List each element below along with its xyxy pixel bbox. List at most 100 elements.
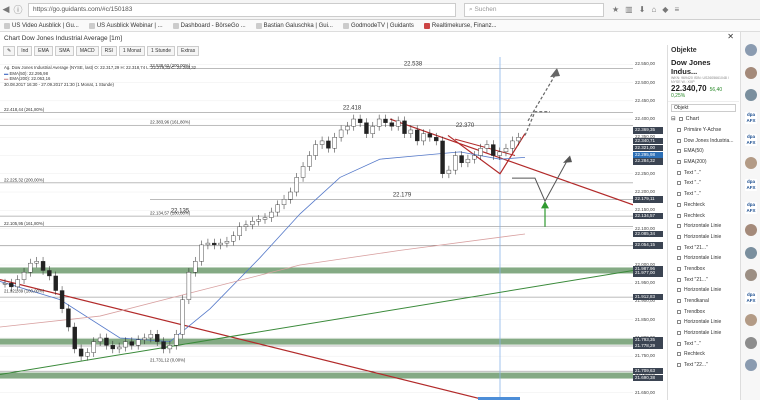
checkbox[interactable] bbox=[677, 320, 681, 325]
user-avatar[interactable] bbox=[745, 246, 757, 259]
checkbox[interactable] bbox=[677, 277, 681, 282]
price-tag[interactable]: 21.778,29 bbox=[633, 342, 663, 350]
checkbox[interactable] bbox=[677, 341, 681, 346]
tool-ema-button[interactable]: EMA bbox=[34, 45, 53, 56]
checkbox[interactable] bbox=[677, 363, 681, 368]
interval-select[interactable]: 1 Stunde bbox=[147, 45, 176, 56]
user-avatar[interactable] bbox=[745, 224, 757, 236]
checkbox[interactable] bbox=[678, 117, 683, 122]
user-avatar[interactable] bbox=[745, 89, 757, 101]
quote-box[interactable]: Dow Jones Indus... WKN: 969420 ISIN: US2… bbox=[668, 56, 739, 102]
info-icon[interactable]: ⓘ bbox=[12, 3, 24, 17]
user-avatar[interactable] bbox=[745, 66, 757, 79]
object-list-item[interactable]: Text ".." bbox=[671, 167, 739, 178]
user-avatar[interactable] bbox=[745, 44, 757, 56]
home-icon[interactable]: ⌂ bbox=[651, 5, 656, 14]
checkbox[interactable] bbox=[677, 245, 681, 250]
object-list-item[interactable]: Horizontale Linie bbox=[671, 317, 739, 328]
bookmark-item[interactable]: US Ausblick Webinar | ... bbox=[88, 22, 163, 29]
price-tag[interactable]: 21.977,00 bbox=[633, 270, 663, 277]
checkbox[interactable] bbox=[677, 288, 681, 293]
bookmark-item[interactable]: Dashboard - BörseGo ... bbox=[172, 22, 246, 29]
download-icon[interactable]: ⬇ bbox=[639, 5, 646, 14]
checkbox[interactable] bbox=[677, 299, 681, 304]
bookmark-item[interactable]: Realtimekurse, Finanz... bbox=[423, 22, 497, 29]
user-avatar[interactable] bbox=[745, 156, 757, 169]
checkbox[interactable] bbox=[677, 128, 681, 133]
checkbox[interactable] bbox=[677, 309, 681, 314]
chart-canvas[interactable]: 22.538 22.418 22.370 22.179 22.135 22.538,62 … bbox=[0, 57, 633, 400]
tool-ind-button[interactable]: Ind bbox=[17, 45, 33, 56]
extras-select[interactable]: Extras bbox=[177, 45, 200, 56]
checkbox[interactable] bbox=[677, 138, 681, 143]
checkbox[interactable] bbox=[677, 213, 681, 218]
user-avatar[interactable] bbox=[745, 336, 757, 349]
object-list-item[interactable]: Horizontale Linie bbox=[671, 328, 739, 339]
price-tag[interactable]: 22.340,71 bbox=[633, 137, 663, 145]
tool-macd-button[interactable]: MACD bbox=[75, 45, 99, 56]
object-tree-root[interactable]: ⊟ Chart bbox=[671, 114, 739, 125]
object-list-item[interactable]: Text "21..." bbox=[671, 274, 739, 285]
period-select[interactable]: 1 Monat bbox=[118, 45, 145, 56]
url-bar[interactable]: https://go.guidants.com/#c/150183 bbox=[28, 2, 456, 17]
object-select[interactable]: Objekt bbox=[671, 104, 736, 112]
price-tag[interactable]: 22.369,35 bbox=[633, 127, 663, 134]
dpa-afx-logo[interactable]: dpa AFX bbox=[745, 179, 757, 191]
dpa-afx-logo[interactable]: dpa AFX bbox=[745, 291, 757, 304]
expand-icon[interactable]: ⊟ bbox=[671, 116, 676, 122]
price-tag[interactable]: 22.284,32 bbox=[633, 158, 663, 165]
object-list-item[interactable]: Horizontale Linie bbox=[671, 232, 739, 243]
price-tag[interactable]: 22.054,15 bbox=[633, 242, 663, 249]
object-list-item[interactable]: Dow Jones Industria... bbox=[671, 135, 739, 146]
price-tag[interactable]: 22.179,11 bbox=[633, 196, 663, 203]
price-tag[interactable]: 22.134,57 bbox=[633, 212, 663, 220]
bookmark-item[interactable]: Bastian Galuschka | Gui... bbox=[255, 22, 333, 29]
object-list-item[interactable]: Horizontale Linie bbox=[671, 221, 739, 232]
object-list-item[interactable]: Text "21..." bbox=[671, 242, 739, 253]
price-axis[interactable]: 22.550,00 22.500,00 22.450,00 22.400,00 22.3… bbox=[633, 57, 667, 400]
tool-pencil-button[interactable]: ✎ bbox=[3, 45, 16, 56]
object-list-item[interactable]: Text ".." bbox=[671, 338, 739, 349]
browser-search-input[interactable]: ⌕ Suchen bbox=[464, 2, 604, 17]
menu-icon[interactable]: ≡ bbox=[674, 5, 679, 14]
close-icon[interactable]: ✕ bbox=[727, 32, 734, 41]
price-tag[interactable]: 21.709,63 bbox=[633, 367, 663, 375]
object-list-item[interactable]: Trendbox bbox=[671, 306, 739, 317]
object-list-item[interactable]: Rechteck bbox=[671, 210, 739, 221]
object-list-item[interactable]: Text ".." bbox=[671, 178, 739, 189]
user-avatar[interactable] bbox=[745, 359, 757, 371]
checkbox[interactable] bbox=[677, 224, 681, 229]
checkbox[interactable] bbox=[677, 181, 681, 186]
bookmark-item[interactable]: GodmodeTV | Guidants bbox=[342, 22, 414, 29]
checkbox[interactable] bbox=[677, 149, 681, 154]
back-icon[interactable]: ◀ bbox=[0, 3, 12, 17]
dpa-afx-logo[interactable]: dpa AFX bbox=[745, 111, 757, 124]
checkbox[interactable] bbox=[677, 234, 681, 239]
price-tag[interactable]: 21.690,38 bbox=[633, 374, 663, 382]
price-tag[interactable]: 22.321,00 bbox=[633, 144, 663, 152]
checkbox[interactable] bbox=[677, 202, 681, 207]
object-list-item[interactable]: Rechteck bbox=[671, 200, 739, 211]
user-avatar[interactable] bbox=[745, 269, 757, 281]
user-avatar[interactable] bbox=[745, 314, 757, 326]
checkbox[interactable] bbox=[677, 170, 681, 175]
price-tag[interactable]: 22.085,34 bbox=[633, 230, 663, 238]
tool-rsi-button[interactable]: RSI bbox=[100, 45, 117, 56]
object-list-item[interactable]: Rechteck bbox=[671, 349, 739, 360]
checkbox[interactable] bbox=[677, 192, 681, 197]
checkbox[interactable] bbox=[677, 256, 681, 261]
object-list-item[interactable]: Text ".." bbox=[671, 189, 739, 200]
checkbox[interactable] bbox=[677, 266, 681, 271]
object-list-item[interactable]: Trendbox bbox=[671, 264, 739, 275]
dpa-afx-logo[interactable]: dpa AFX bbox=[745, 201, 757, 214]
dpa-afx-logo[interactable]: dpa AFX bbox=[745, 134, 757, 146]
price-tag[interactable]: 21.912,83 bbox=[633, 293, 663, 301]
bookmark-item[interactable]: US Video Ausblick | Gu... bbox=[4, 22, 79, 29]
checkbox[interactable] bbox=[677, 160, 681, 165]
pocket-icon[interactable]: ◆ bbox=[662, 5, 668, 14]
object-list-item[interactable]: Primäre Y-Achse bbox=[671, 125, 739, 136]
object-list-item[interactable]: EMA(50) bbox=[671, 146, 739, 157]
object-list-item[interactable]: Horizontale Linie bbox=[671, 285, 739, 296]
tool-sma-button[interactable]: SMA bbox=[55, 45, 74, 56]
object-list-item[interactable]: Text "22..." bbox=[671, 360, 739, 371]
